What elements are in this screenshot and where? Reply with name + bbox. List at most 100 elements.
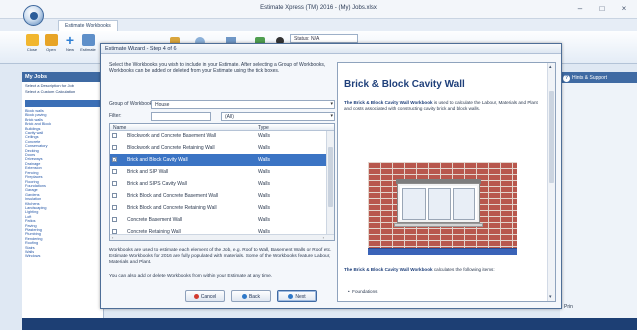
chevron-down-icon: ▾ (330, 113, 333, 119)
scroll-left-icon[interactable]: ‹ (112, 235, 113, 240)
sidebar-title: My Jobs (22, 72, 103, 82)
minimize-button[interactable]: – (575, 4, 585, 13)
workbook-row[interactable]: Blockwork and Concrete Retaining Wall Wal… (110, 142, 326, 154)
group-row: Group of Workbooks: House ▾ (109, 100, 335, 109)
preview-after-rest: calculates the following items: (432, 267, 495, 272)
estimate-wizard-dialog: Estimate Wizard - Step 4 of 6 Select the… (100, 43, 562, 309)
ribbon-close-button[interactable]: Close (24, 34, 40, 52)
workbook-name: Brick Block and Concrete Basement Wall (127, 193, 218, 199)
filter-select-value: (All) (225, 114, 234, 120)
cancel-button[interactable]: Cancel (185, 290, 225, 302)
damp-proof-course (368, 248, 517, 255)
filter-select[interactable]: (All) ▾ (221, 112, 335, 121)
wizard-left-column: Select the Workbooks you wish to include… (109, 62, 335, 296)
back-arrow-icon (241, 294, 247, 299)
chevron-down-icon: ▾ (330, 101, 333, 107)
workbook-type: Walls (258, 133, 271, 139)
folder-open-icon (44, 34, 58, 46)
sidebar-selected-item[interactable] (25, 100, 100, 107)
preview-items-intro: The Brick & Block Cavity Wall Workbook c… (344, 267, 540, 273)
plus-icon: + (65, 32, 75, 48)
estimate-icon (81, 34, 95, 46)
workbook-name: Brick and SIPS Cavity Wall (127, 181, 187, 187)
workbook-row[interactable]: Brick Block and Concrete Retaining Wall W… (110, 202, 326, 214)
preview-desc-bold: The Brick & Block Cavity Wall Workbook (344, 100, 433, 105)
workbook-checkbox[interactable]: ✓ (112, 157, 117, 162)
scroll-up-icon[interactable]: ▴ (549, 64, 552, 70)
filter-label: Filter: (109, 113, 122, 119)
group-select[interactable]: House ▾ (151, 100, 335, 109)
app-title: Estimate Xpress (TM) 2016 - (My) Jobs.xl… (260, 5, 377, 11)
status-combo[interactable]: Status: N/A (290, 34, 358, 43)
ribbon-new-button[interactable]: + New (62, 32, 78, 52)
cancel-icon (193, 294, 199, 299)
workbook-type: Walls (258, 145, 271, 151)
sidebar-link-custom[interactable]: Select a Custom Calculation (22, 88, 103, 94)
hints-header[interactable]: ? Hints & Support (560, 72, 637, 83)
workbook-checkbox[interactable] (112, 133, 117, 138)
back-button[interactable]: Back (231, 290, 271, 302)
wizard-note-add-delete: You can also add or delete Workbooks fro… (109, 274, 273, 279)
workbook-list-body: Blockwork and Concrete Basement Wall Wall… (110, 131, 326, 235)
workbook-checkbox[interactable] (112, 193, 117, 198)
scroll-down-icon[interactable]: ▾ (549, 294, 552, 300)
maximize-button[interactable]: □ (597, 4, 607, 13)
workbook-type: Walls (258, 157, 271, 163)
scrollbar-thumb[interactable] (328, 147, 333, 207)
workbook-checkbox[interactable] (112, 181, 117, 186)
workbook-name: Blockwork and Concrete Basement Wall (127, 133, 217, 139)
window-sill (394, 223, 483, 227)
workbook-name: Blockwork and Concrete Retaining Wall (127, 145, 215, 151)
workbook-type: Walls (258, 217, 271, 223)
wizard-intro-text: Select the Workbooks you wish to include… (109, 62, 326, 75)
preview-bullet-item: • Foundations (348, 289, 378, 294)
workbook-row[interactable]: Concrete Basement Wall Walls (110, 214, 326, 226)
workbook-row[interactable]: Brick Block and Concrete Basement Wall Wa… (110, 190, 326, 202)
hints-panel: ? Hints & Support Prin (560, 72, 637, 330)
workbook-row[interactable]: Brick and SIPS Cavity Wall Walls (110, 178, 326, 190)
group-select-value: House (155, 102, 170, 108)
ribbon-estimate-button[interactable]: Estimate (80, 34, 96, 52)
next-button[interactable]: Next (277, 290, 317, 302)
cavity-wall-illustration (368, 162, 517, 255)
window-pane (428, 188, 451, 220)
scrollbar-thumb[interactable] (549, 91, 554, 183)
workbook-name: Brick Block and Concrete Retaining Wall (127, 205, 217, 211)
workbook-row[interactable]: Blockwork and Concrete Basement Wall Wall… (110, 130, 326, 142)
close-window-button[interactable]: × (619, 4, 629, 13)
workbook-list: Name Type Blockwork and Concrete Basemen… (109, 123, 335, 241)
workbook-checkbox[interactable] (112, 217, 117, 222)
preview-scrollbar[interactable]: ▴ ▾ (547, 63, 555, 301)
workbook-list-hscrollbar[interactable]: ‹ › (110, 234, 334, 240)
filter-row: Filter: (All) ▾ (109, 112, 335, 121)
ribbon-tab-strip: Estimate Workbooks (0, 19, 637, 31)
help-icon: ? (563, 75, 570, 82)
hints-label: Hints & Support (572, 75, 608, 81)
workbook-checkbox[interactable] (112, 169, 117, 174)
sidebar-item[interactable]: Windows (22, 254, 103, 258)
ribbon-open-button[interactable]: Open (43, 34, 59, 52)
preview-title: Brick & Block Cavity Wall (344, 79, 465, 90)
app-menu-orb-icon[interactable] (23, 5, 44, 26)
filter-text-input[interactable] (151, 112, 211, 121)
wizard-title: Estimate Wizard - Step 4 of 6 (101, 44, 561, 54)
folder-close-icon (25, 34, 39, 46)
sidebar-list: Block walls Block paving Brick walls Brick … (22, 109, 103, 259)
preview-description: The Brick & Block Cavity Wall Workbook i… (344, 100, 540, 112)
workbook-checkbox[interactable] (112, 205, 117, 210)
scroll-right-icon[interactable]: › (323, 235, 324, 240)
next-arrow-icon (288, 294, 294, 299)
window-controls: – □ × (575, 4, 629, 13)
workbook-name: Brick and SIP Wall (127, 169, 169, 175)
workbook-type: Walls (258, 181, 271, 187)
window-illustration (397, 183, 480, 223)
preview-after-bold: The Brick & Block Cavity Wall Workbook (344, 267, 433, 272)
tab-estimate-workbooks[interactable]: Estimate Workbooks (58, 20, 118, 31)
workbook-list-scrollbar[interactable] (326, 131, 334, 235)
workbook-row[interactable]: Brick and SIP Wall Walls (110, 166, 326, 178)
workbook-row[interactable]: ✓ Brick and Block Cavity Wall Walls (110, 154, 326, 166)
hints-trailing-text: Prin (564, 304, 573, 310)
group-label: Group of Workbooks: (109, 101, 157, 107)
workbook-preview-pane: Brick & Block Cavity Wall The Brick & Bl… (337, 62, 556, 302)
workbook-checkbox[interactable] (112, 145, 117, 150)
